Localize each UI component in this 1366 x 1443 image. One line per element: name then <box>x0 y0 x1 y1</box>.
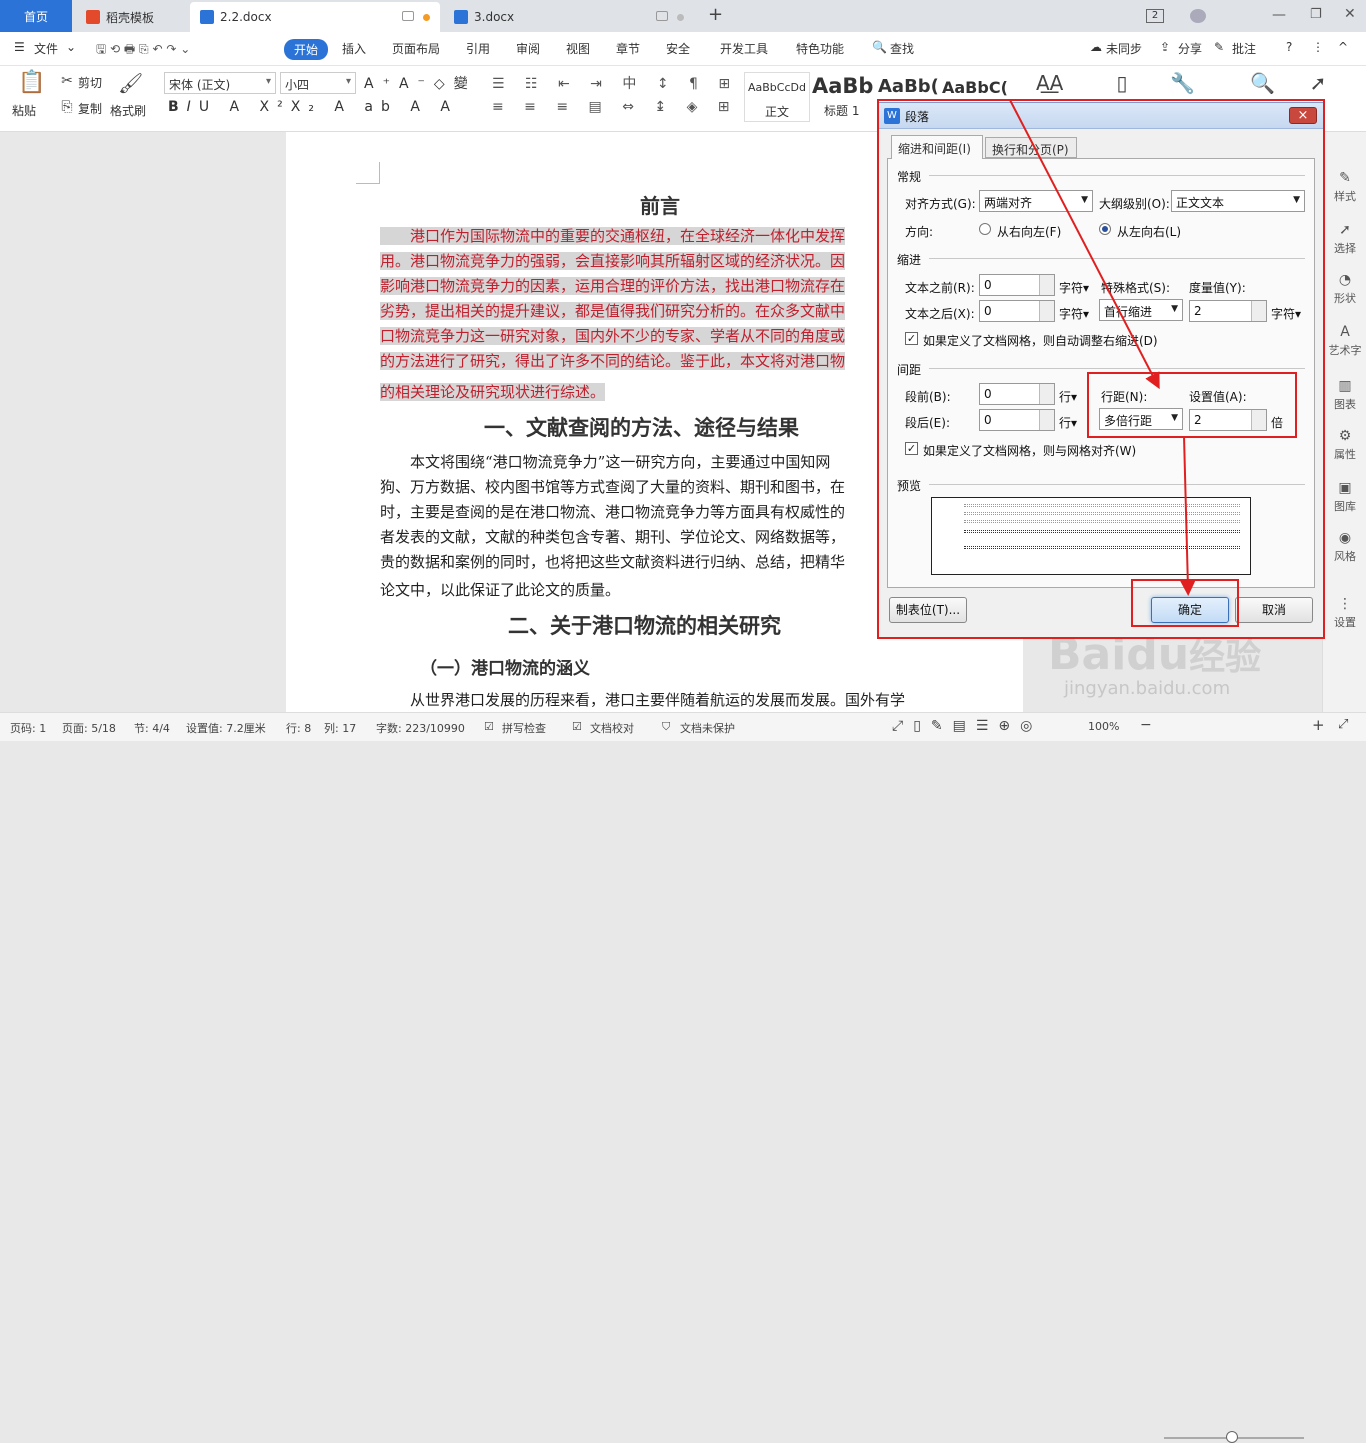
zoom-slider-handle[interactable] <box>1226 1431 1238 1443</box>
arrow-to-ok <box>1179 435 1196 596</box>
arrow-to-linespacing <box>1009 99 1160 390</box>
annotation-arrows <box>1009 99 1196 596</box>
